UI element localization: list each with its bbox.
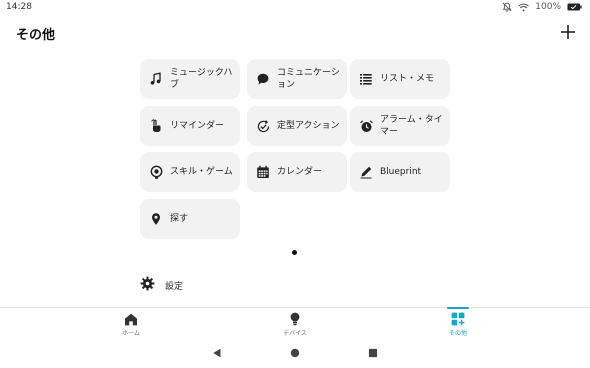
tap-hand-icon <box>148 118 164 134</box>
tile-alarms-timers[interactable]: アラーム・タイマー <box>350 106 450 146</box>
tile-label: Blueprint <box>380 167 422 177</box>
page-title: その他 <box>16 28 56 43</box>
status-icons: 100% <box>502 2 582 12</box>
grid-plus-icon <box>451 312 465 326</box>
settings-label: 設定 <box>165 281 184 292</box>
tile-label: リスト・メモ <box>380 74 435 84</box>
system-home-button[interactable] <box>288 346 302 360</box>
app-header: その他 <box>0 20 590 46</box>
tile-label: 定型アクション <box>277 121 340 131</box>
tile-calendar[interactable]: カレンダー <box>247 152 347 192</box>
tile-music-hub[interactable]: ミュージックハブ <box>140 59 240 99</box>
notifications-off-icon <box>502 2 512 12</box>
system-back-button[interactable] <box>210 346 224 360</box>
status-time: 14:28 <box>6 2 32 12</box>
tile-skills-games[interactable]: スキル・ゲーム <box>140 152 240 192</box>
lightbulb-icon <box>289 312 301 326</box>
system-recents-button[interactable] <box>366 346 380 360</box>
tile-reminders[interactable]: リマインダー <box>140 106 240 146</box>
home-icon <box>124 312 138 326</box>
nav-label: デバイス <box>283 330 307 337</box>
list-icon <box>358 71 374 87</box>
home-circle-icon <box>290 348 300 358</box>
calendar-icon <box>255 164 271 180</box>
tile-communication[interactable]: コミュニケーション <box>247 59 347 99</box>
music-note-icon <box>148 71 164 87</box>
tile-label: 探す <box>170 214 189 224</box>
tile-find[interactable]: 探す <box>140 199 240 239</box>
routine-check-icon <box>255 118 271 134</box>
tile-label: カレンダー <box>277 167 323 177</box>
nav-tab-devices[interactable]: デバイス <box>255 308 335 338</box>
nav-tab-home[interactable]: ホーム <box>91 308 171 338</box>
tile-label: スキル・ゲーム <box>170 167 233 177</box>
tile-label: リマインダー <box>170 121 225 131</box>
alarm-clock-icon <box>358 118 374 134</box>
wifi-icon <box>518 3 530 12</box>
settings-row[interactable]: 設定 <box>140 276 183 294</box>
tile-routines[interactable]: 定型アクション <box>247 106 347 146</box>
tile-label: アラーム・タイマー <box>380 115 443 137</box>
add-button[interactable] <box>558 22 578 42</box>
location-pin-icon <box>148 211 164 227</box>
tile-label: ミュージックハブ <box>170 68 233 90</box>
nav-label: その他 <box>448 330 467 337</box>
pen-icon <box>358 164 374 180</box>
nav-label: ホーム <box>122 330 140 337</box>
status-bar: 14:28 100% <box>0 0 590 16</box>
nav-tab-more[interactable]: その他 <box>418 308 498 338</box>
tile-label: コミュニケーション <box>277 68 340 90</box>
tile-lists-notes[interactable]: リスト・メモ <box>350 59 450 99</box>
plus-icon <box>561 25 575 39</box>
recents-square-icon <box>368 348 378 358</box>
skill-bulb-icon <box>148 164 164 180</box>
battery-percent: 100% <box>535 2 561 12</box>
back-triangle-icon <box>213 348 221 358</box>
speech-bubble-icon <box>255 71 271 87</box>
page-indicator-dot <box>292 250 297 255</box>
tile-blueprint[interactable]: Blueprint <box>350 152 450 192</box>
battery-icon <box>567 3 582 11</box>
gear-icon <box>140 276 155 295</box>
